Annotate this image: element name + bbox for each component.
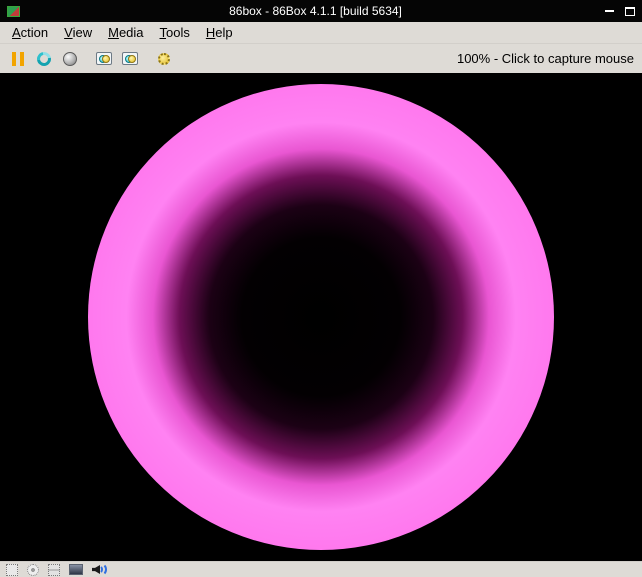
menu-media-accel: M [108,25,119,40]
rendered-torus [88,84,554,550]
ctrl-alt-esc-icon [122,52,138,65]
minimize-icon[interactable] [605,10,614,12]
app-icon [7,5,20,17]
menu-help[interactable]: Help [198,23,241,42]
menu-help-rest: elp [215,25,233,40]
menu-action-accel: A [12,25,21,40]
floppy-drive-icon[interactable] [6,563,18,576]
power-icon [63,51,77,66]
hard-reset-icon [34,48,54,69]
ctrl-alt-del-icon [96,52,112,65]
sound-icon[interactable] [92,563,109,576]
menu-media-rest: edia [118,25,144,40]
window-controls [605,6,635,16]
cdrom-drive-icon[interactable] [27,563,39,576]
ctrl-alt-esc-button[interactable] [118,47,142,71]
menu-action-rest: ction [20,25,49,40]
menu-view-accel: V [64,25,73,40]
titlebar[interactable]: 86box - 86Box 4.1.1 [build 5634] [0,0,642,22]
pause-icon [12,51,24,66]
ctrl-alt-del-button[interactable] [92,47,116,71]
pause-button[interactable] [6,47,30,71]
acpi-shutdown-button[interactable] [58,47,82,71]
menu-media[interactable]: Media [100,23,151,42]
menubar: Action View Media Tools Help [0,22,642,44]
zoom-capture-status: 100% - Click to capture mouse [456,51,634,66]
statusbar [0,561,642,577]
menu-tools-rest: ools [166,25,190,40]
settings-gear-icon [158,52,170,65]
toolbar: 100% - Click to capture mouse [0,44,642,73]
menu-help-accel: H [205,25,216,40]
hard-reset-button[interactable] [32,47,56,71]
menu-action[interactable]: Action [4,23,56,42]
settings-button[interactable] [152,47,176,71]
menu-view[interactable]: View [56,23,100,42]
emulator-screen[interactable] [0,73,642,561]
removable-disk-icon[interactable] [48,563,60,576]
maximize-icon[interactable] [625,6,635,16]
menu-view-rest: iew [72,25,93,40]
menu-tools[interactable]: Tools [152,23,198,42]
hard-disk-icon[interactable] [69,564,83,575]
window-title: 86box - 86Box 4.1.1 [build 5634] [229,4,402,18]
